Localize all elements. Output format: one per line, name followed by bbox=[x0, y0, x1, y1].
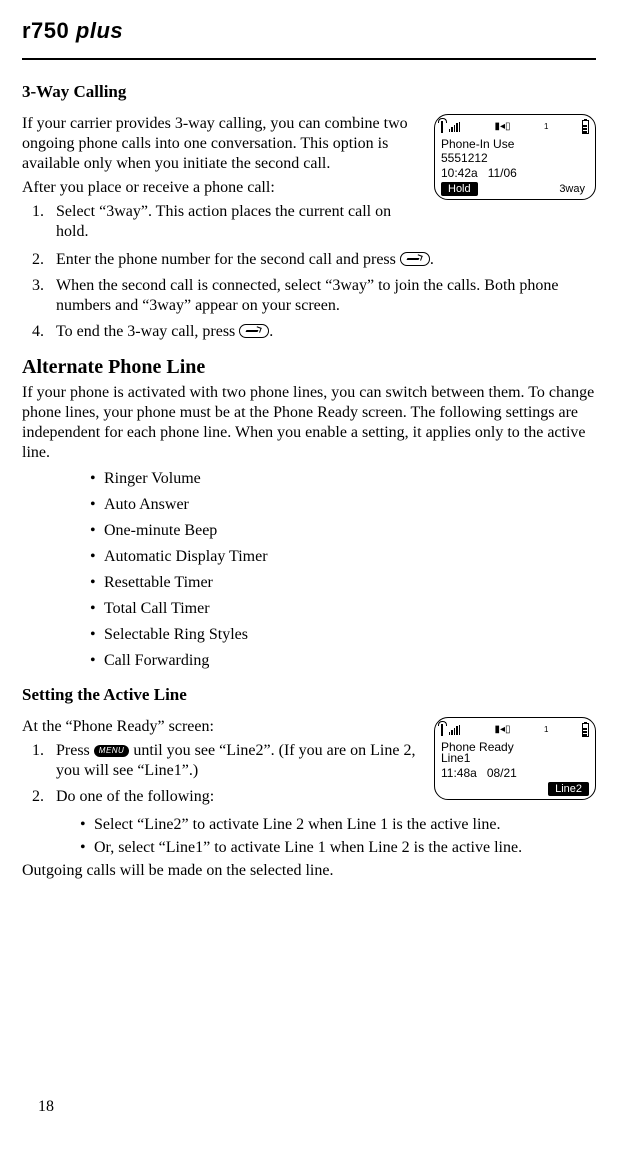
bullet-auto-display-timer: Automatic Display Timer bbox=[90, 547, 596, 567]
screen-line-2: 5551212 bbox=[441, 151, 589, 165]
softkey-3way[interactable]: 3way bbox=[555, 182, 589, 196]
bullet-ringer-volume: Ringer Volume bbox=[90, 469, 596, 489]
active-line-intro: At the “Phone Ready” screen: bbox=[22, 717, 424, 737]
bullet-selectable-ring-styles: Selectable Ring Styles bbox=[90, 625, 596, 645]
bullet-call-forwarding: Call Forwarding bbox=[90, 651, 596, 671]
send-key-icon bbox=[400, 252, 430, 266]
step-3: When the second call is connected, selec… bbox=[32, 276, 596, 316]
screen-line-3: 10:42a 11/06 bbox=[441, 166, 589, 180]
status-icons: ▮◂▯ bbox=[495, 725, 511, 735]
antenna-icon bbox=[441, 724, 443, 736]
screen-line-3: 11:48a 08/21 bbox=[441, 766, 589, 780]
antenna-icon bbox=[441, 121, 443, 133]
bullet-one-minute-beep: One-minute Beep bbox=[90, 521, 596, 541]
bullet-resettable-timer: Resettable Timer bbox=[90, 573, 596, 593]
step-1: Select “3way”. This action places the cu… bbox=[32, 202, 424, 242]
section-altline-intro: If your phone is activated with two phon… bbox=[22, 383, 596, 463]
battery-icon bbox=[582, 120, 589, 134]
signal-icon bbox=[449, 122, 462, 132]
step-2: Enter the phone number for the second ca… bbox=[32, 250, 596, 270]
end-key-icon bbox=[239, 324, 269, 338]
model-name: r750 bbox=[22, 18, 69, 43]
section-altline-title: Alternate Phone Line bbox=[22, 356, 596, 379]
header-rule bbox=[22, 58, 596, 60]
model-suffix: plus bbox=[76, 18, 123, 43]
active-step-2: Do one of the following: bbox=[32, 787, 424, 807]
page-header: r750 plus bbox=[22, 18, 596, 44]
softkey-line2[interactable]: Line2 bbox=[548, 782, 589, 796]
line-indicator: 1 bbox=[544, 123, 548, 131]
bullet-auto-answer: Auto Answer bbox=[90, 495, 596, 515]
active-line-closing: Outgoing calls will be made on the selec… bbox=[22, 861, 596, 881]
phone-screen-in-use: ▮◂▯ 1 Phone-In Use 5551212 10:42a 11/06 … bbox=[434, 114, 596, 200]
battery-icon bbox=[582, 723, 589, 737]
phone-screen-ready: ▮◂▯ 1 Phone Ready Line1 11:48a 08/21 Lin… bbox=[434, 717, 596, 800]
status-icons: ▮◂▯ bbox=[495, 122, 511, 132]
softkey-hold[interactable]: Hold bbox=[441, 182, 478, 196]
sub-select-line2: Select “Line2” to activate Line 2 when L… bbox=[80, 815, 596, 834]
screen-line-1: Phone-In Use bbox=[441, 137, 589, 151]
step-4: To end the 3-way call, press . bbox=[32, 322, 596, 342]
bullet-total-call-timer: Total Call Timer bbox=[90, 599, 596, 619]
active-step-1: Press MENU until you see “Line2”. (If yo… bbox=[32, 741, 424, 781]
section-3way-intro: If your carrier provides 3-way calling, … bbox=[22, 114, 424, 174]
sub-select-line1: Or, select “Line1” to activate Line 1 wh… bbox=[80, 838, 596, 857]
section-3way-title: 3-Way Calling bbox=[22, 82, 596, 102]
line-indicator: 1 bbox=[544, 726, 548, 734]
signal-icon bbox=[449, 725, 462, 735]
screen-line-2: Line1 bbox=[441, 751, 589, 765]
section-3way-after: After you place or receive a phone call: bbox=[22, 178, 424, 198]
menu-key-icon: MENU bbox=[94, 745, 130, 757]
section-active-line-title: Setting the Active Line bbox=[22, 685, 596, 705]
page-number: 18 bbox=[38, 1098, 54, 1116]
